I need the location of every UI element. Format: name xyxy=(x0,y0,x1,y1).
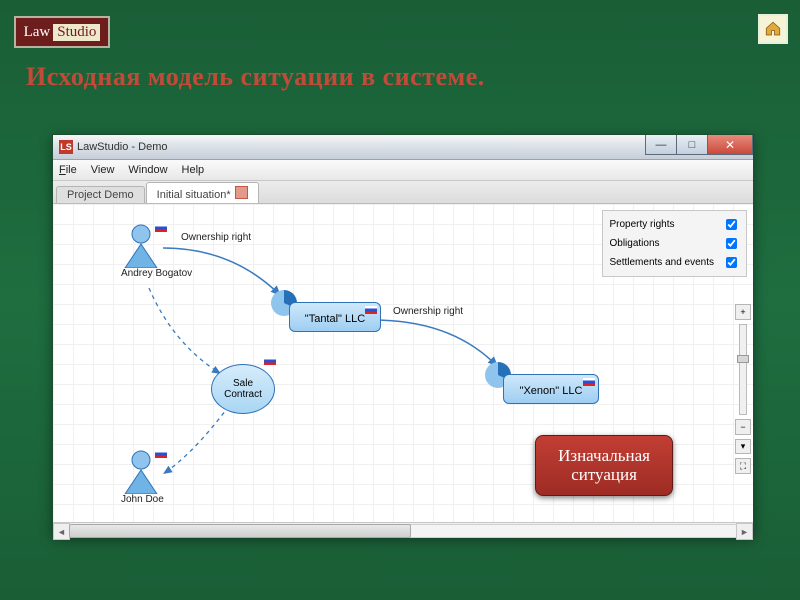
page-title: Исходная модель ситуации в системе. xyxy=(26,62,485,92)
logo-text-left: Law xyxy=(24,24,51,41)
legend-check-settlements[interactable] xyxy=(726,257,737,268)
flag-icon xyxy=(155,450,167,458)
close-button[interactable]: ✕ xyxy=(707,135,753,155)
entity-tantal[interactable]: "Tantal" LLC xyxy=(289,302,381,332)
legend-check-obligations[interactable] xyxy=(726,238,737,249)
entity-xenon[interactable]: "Xenon" LLC xyxy=(503,374,599,404)
legend-panel: Property rights Obligations Settlements … xyxy=(602,210,747,277)
scroll-thumb[interactable] xyxy=(69,524,411,538)
home-icon[interactable] xyxy=(758,14,788,44)
edge-label-ownership-1: Ownership right xyxy=(181,232,251,243)
menu-view[interactable]: View xyxy=(91,164,115,176)
actor-john[interactable]: John Doe xyxy=(121,450,164,505)
menu-window[interactable]: Window xyxy=(128,164,167,176)
logo-badge: Law Studio xyxy=(14,16,110,48)
app-icon: LS xyxy=(59,140,73,154)
app-window: LS LawStudio - Demo — □ ✕ File View Wind… xyxy=(52,134,754,536)
minimize-button[interactable]: — xyxy=(645,135,677,155)
tab-strip: Project Demo Initial situation* xyxy=(53,181,753,204)
node-sale-contract[interactable]: Sale Contract xyxy=(211,364,275,414)
edge-label-ownership-2: Ownership right xyxy=(393,306,463,317)
scroll-right-arrow[interactable]: ► xyxy=(736,523,753,540)
flag-icon xyxy=(155,224,167,232)
tab-initial-situation[interactable]: Initial situation* xyxy=(146,182,259,203)
callout-box: Изначальная ситуация xyxy=(535,435,673,496)
horizontal-scrollbar[interactable]: ◄ ► xyxy=(53,522,753,538)
arrow-down-icon[interactable]: ▾ xyxy=(735,439,751,455)
zoom-out-button[interactable]: − xyxy=(735,419,751,435)
zoom-in-button[interactable]: + xyxy=(735,304,751,320)
flag-icon xyxy=(264,357,276,365)
window-title: LawStudio - Demo xyxy=(77,141,168,153)
menu-file[interactable]: File xyxy=(59,164,77,176)
actor-label: Andrey Bogatov xyxy=(121,268,192,279)
maximize-button[interactable]: □ xyxy=(676,135,708,155)
zoom-tools: + − ▾ ⛶ xyxy=(735,304,751,474)
menu-help[interactable]: Help xyxy=(182,164,205,176)
fit-screen-button[interactable]: ⛶ xyxy=(735,458,751,474)
flag-icon xyxy=(365,306,377,314)
menu-bar: File View Window Help xyxy=(53,160,753,181)
legend-check-property[interactable] xyxy=(726,219,737,230)
actor-label: John Doe xyxy=(121,494,164,505)
tab-project-demo[interactable]: Project Demo xyxy=(56,186,145,203)
tab-close-icon[interactable] xyxy=(235,186,248,199)
logo-text-right: Studio xyxy=(53,24,100,41)
scroll-left-arrow[interactable]: ◄ xyxy=(53,523,70,540)
window-titlebar[interactable]: LS LawStudio - Demo — □ ✕ xyxy=(53,135,753,160)
diagram-canvas[interactable]: Andrey Bogatov John Doe Sale Contract "T… xyxy=(53,204,753,522)
zoom-slider[interactable] xyxy=(739,324,747,416)
flag-icon xyxy=(583,378,595,386)
